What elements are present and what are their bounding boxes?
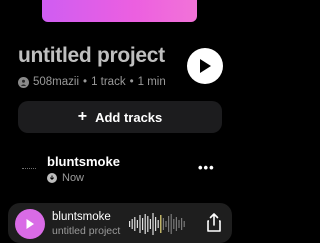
owner-name[interactable]: 508mazii: [33, 76, 79, 88]
waveform-bar: [134, 217, 136, 231]
track-status-text: Now: [62, 172, 85, 184]
drag-handle-icon[interactable]: [22, 168, 36, 171]
project-meta: 508mazii • 1 track • 1 min: [18, 76, 166, 88]
waveform-bar: [183, 221, 185, 227]
play-project-button[interactable]: [187, 48, 223, 84]
meta-separator: •: [83, 76, 88, 88]
project-duration: 1 min: [137, 76, 166, 88]
plus-icon: +: [77, 108, 88, 125]
waveform-bar: [152, 213, 154, 235]
waveform-scrubber[interactable]: [128, 212, 186, 236]
mini-player-subtitle: untitled project •: [52, 225, 122, 237]
waveform-bar: [175, 217, 177, 231]
waveform-bar: [157, 220, 159, 228]
user-avatar-icon: [18, 76, 29, 88]
play-icon: [200, 59, 211, 73]
track-name: bluntsmoke: [47, 154, 120, 169]
waveform-bar: [149, 219, 151, 229]
waveform-bar: [155, 217, 157, 231]
waveform-bar: [139, 215, 141, 233]
add-tracks-button[interactable]: + Add tracks: [18, 101, 222, 133]
waveform-bar: [170, 214, 172, 234]
play-icon: [26, 219, 34, 229]
waveform-bar: [181, 218, 183, 230]
project-artwork: [42, 0, 197, 22]
track-status: Now: [47, 172, 84, 184]
waveform-bar: [168, 216, 170, 232]
download-icon: [47, 173, 57, 183]
track-row[interactable]: bluntsmoke Now •••: [0, 150, 240, 190]
waveform-bar: [178, 220, 180, 228]
mini-player[interactable]: bluntsmoke untitled project •: [8, 203, 232, 243]
waveform-bar: [131, 219, 133, 229]
waveform-bar: [173, 219, 175, 229]
waveform-bar: [165, 221, 167, 227]
waveform-bar: [142, 218, 144, 230]
more-options-icon[interactable]: •••: [198, 160, 215, 175]
add-tracks-label: Add tracks: [95, 109, 163, 125]
project-title: untitled project: [18, 44, 165, 67]
waveform-bar: [147, 216, 149, 232]
meta-separator: •: [129, 76, 134, 88]
mini-player-title: bluntsmoke: [52, 211, 111, 223]
waveform-bar: [162, 218, 164, 230]
waveform-bar: [129, 221, 131, 227]
waveform-bar: [136, 220, 138, 228]
waveform-bar: [160, 215, 162, 233]
mini-play-button[interactable]: [15, 209, 45, 239]
waveform-bar: [144, 214, 146, 234]
track-count: 1 track: [91, 76, 126, 88]
share-icon[interactable]: [204, 212, 224, 234]
